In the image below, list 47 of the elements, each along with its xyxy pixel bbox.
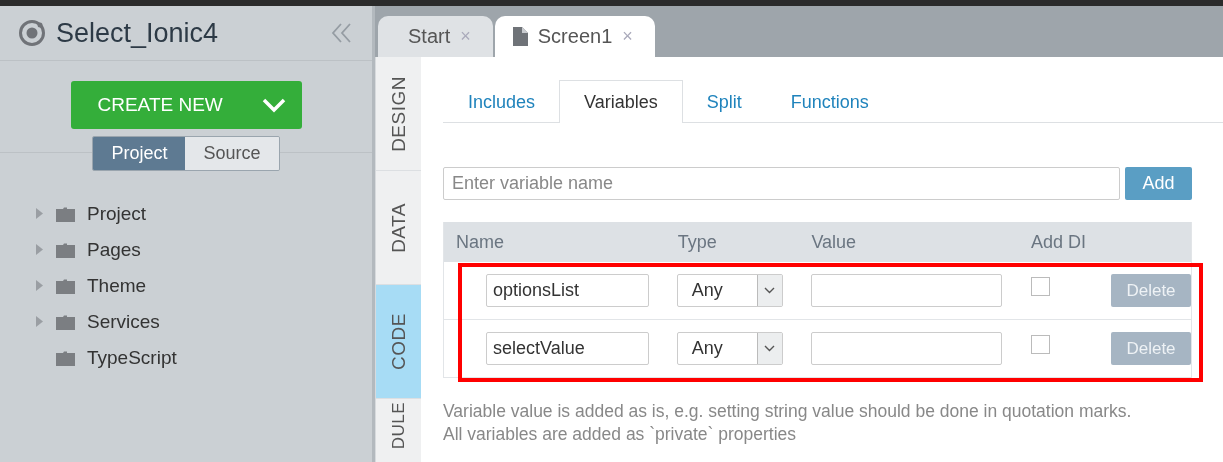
tree-item[interactable]: Pages <box>87 239 141 261</box>
expand-arrow-icon[interactable] <box>36 316 43 327</box>
variable-value-field[interactable] <box>811 332 1003 365</box>
chevron-down-icon <box>764 287 776 294</box>
type-select[interactable]: Any <box>676 274 783 307</box>
tree-item[interactable]: Project <box>87 203 147 225</box>
editor-tab[interactable]: Split <box>681 80 767 123</box>
folder-icon <box>56 314 75 330</box>
folder-icon <box>56 350 75 366</box>
folder-icon <box>56 206 75 222</box>
view-toggle-button[interactable]: Source <box>185 137 279 170</box>
expand-arrow-icon[interactable] <box>36 244 43 255</box>
chevron-down-icon <box>764 345 776 352</box>
variable-value-field[interactable] <box>811 274 1003 307</box>
editor-tab[interactable]: Includes <box>443 80 561 123</box>
column-header: Value <box>811 231 857 252</box>
column-header: Name <box>456 231 504 252</box>
column-header: Add DI <box>1031 231 1087 252</box>
folder-icon <box>56 242 75 258</box>
variable-name-input[interactable]: Enter variable name <box>443 167 1120 200</box>
app-logo-icon <box>18 19 46 47</box>
chevron-down-icon <box>261 97 286 113</box>
folder-icon <box>56 278 75 294</box>
file-tab[interactable]: Start × <box>378 16 493 57</box>
add-di-checkbox[interactable] <box>1031 277 1051 296</box>
tree-item[interactable]: Services <box>87 311 160 333</box>
tab-label: Screen1 <box>537 25 613 48</box>
project-title: Select_Ionic4 <box>56 17 220 49</box>
view-toggle-button[interactable]: Project <box>93 137 186 170</box>
collapse-icon[interactable] <box>330 21 354 45</box>
expand-arrow-icon[interactable] <box>36 280 43 291</box>
type-select[interactable]: Any <box>676 332 783 365</box>
tree-item[interactable]: TypeScript <box>87 347 177 369</box>
editor-tab[interactable]: Variables <box>559 80 683 123</box>
help-text: All variables are added as `private` properties <box>443 423 798 446</box>
editor-tab[interactable]: Functions <box>765 80 894 123</box>
variable-name-field[interactable]: optionsList <box>486 274 649 307</box>
file-icon <box>512 27 528 46</box>
add-di-checkbox[interactable] <box>1031 335 1051 354</box>
tab-label: Start <box>408 25 451 48</box>
side-tab[interactable]: CODE <box>376 285 421 399</box>
column-header: Type <box>677 231 717 252</box>
variable-name-field[interactable]: selectValue <box>486 332 649 365</box>
expand-arrow-icon[interactable] <box>36 208 43 219</box>
file-tab[interactable]: Screen1 × <box>494 16 655 57</box>
tree-item[interactable]: Theme <box>87 275 147 297</box>
help-text: Variable value is added as is, e.g. setting string value should be done in quotation marks. <box>443 400 1133 423</box>
